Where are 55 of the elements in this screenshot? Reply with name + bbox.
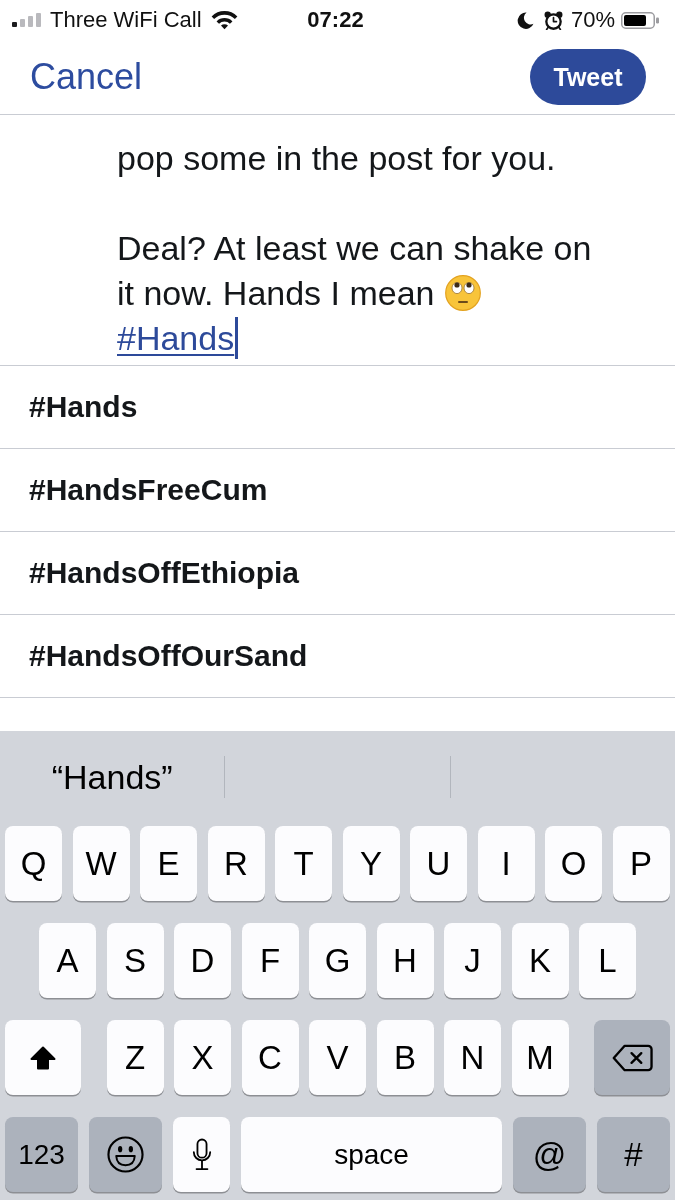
keyboard-key[interactable]: G [309,923,366,998]
keyboard-key[interactable]: Q [5,826,62,901]
smiley-face-icon [107,1136,144,1173]
battery-icon [621,11,659,29]
keyboard-key[interactable]: X [174,1020,231,1095]
moon-icon [516,11,534,29]
shift-arrow-icon [30,1045,56,1070]
battery-percent: 70% [570,7,615,33]
keyboard-key[interactable]: E [140,826,197,901]
keyboard-key[interactable]: T [275,826,332,901]
keyboard-key[interactable]: A [39,923,96,998]
keyboard-key[interactable]: J [444,923,501,998]
keyboard-key[interactable]: U [410,826,467,901]
keyboard-key[interactable]: H [376,923,434,998]
cancel-button[interactable]: Cancel [30,56,143,98]
keyboard-key[interactable]: P [612,826,670,901]
backspace-key[interactable] [594,1020,670,1095]
numbers-key[interactable]: 123 [5,1117,78,1192]
keyboard-key[interactable]: M [511,1020,569,1095]
keyboard-key[interactable]: L [579,923,636,998]
keyboard-key[interactable]: R [207,826,265,901]
emoji-key[interactable] [89,1117,162,1192]
text-cursor-icon [235,317,239,359]
keyboard-key[interactable]: D [174,923,231,998]
keyboard-key[interactable]: I [477,826,535,901]
shift-key[interactable] [5,1020,81,1095]
wifi-icon [210,10,238,30]
signal-bars-icon [12,13,41,27]
keyboard-key[interactable]: V [309,1020,366,1095]
hashtag-link: #Hands [117,319,235,357]
carrier-name: Three WiFi Call [50,7,202,33]
keyboard-key[interactable]: B [376,1020,434,1095]
keyboard-key[interactable]: S [106,923,164,998]
keyboard-key[interactable]: O [545,826,602,901]
tweet-text: pop some in the post for you. [117,139,556,177]
microphone-key[interactable] [173,1117,230,1192]
keyboard-key[interactable]: F [241,923,299,998]
prediction-suggestion[interactable]: “Hands” [51,757,173,797]
space-key[interactable]: space [241,1117,502,1192]
clock-time: 07:22 [307,7,364,33]
keyboard-key[interactable]: K [511,923,569,998]
keyboard-key[interactable]: C [241,1020,299,1095]
face-emoji-icon [444,275,481,311]
microphone-icon [191,1138,212,1171]
keyboard-key[interactable]: Y [342,826,400,901]
keyboard-key[interactable]: # [597,1117,670,1192]
tweet-text: Deal? At least we can shake on [117,229,592,267]
alarm-clock-icon [543,10,563,30]
tweet-text: it now. Hands I mean [117,274,435,312]
keyboard-key[interactable]: W [72,826,130,901]
keyboard-key[interactable]: @ [513,1117,586,1192]
keyboard-key[interactable]: Z [106,1020,164,1095]
tweet-button[interactable]: Tweet [530,49,646,105]
backspace-icon [611,1043,653,1072]
keyboard-key[interactable]: N [444,1020,501,1095]
